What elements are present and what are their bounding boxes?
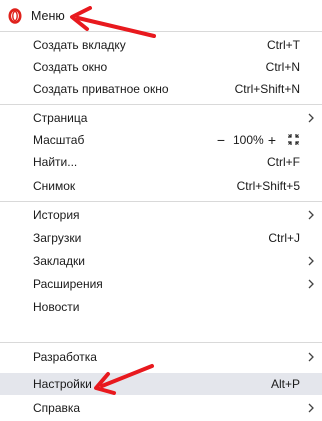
- menu-item-settings[interactable]: Настройки Alt+P: [0, 373, 322, 395]
- menu-item-shortcut: Ctrl+N: [265, 60, 300, 74]
- menu-item-bookmarks[interactable]: Закладки: [0, 250, 322, 272]
- annotation-arrow-icon: [70, 6, 156, 38]
- opera-logo-icon: [8, 8, 22, 24]
- opera-main-menu: Меню Создать вкладку Ctrl+T Создать окно…: [0, 0, 322, 421]
- menu-item-history[interactable]: История: [0, 204, 322, 226]
- menu-item-help[interactable]: Справка: [0, 397, 322, 419]
- menu-item-developer[interactable]: Разработка: [0, 346, 322, 368]
- menu-item-label: Создать окно: [33, 60, 108, 74]
- menu-item-new-window[interactable]: Создать окно Ctrl+N: [0, 56, 322, 78]
- menu-divider: [0, 342, 322, 343]
- zoom-out-button[interactable]: −: [215, 132, 227, 148]
- menu-item-label: Новости: [33, 300, 80, 314]
- annotation-arrow-icon: [94, 364, 154, 395]
- menu-item-label: Найти...: [33, 155, 78, 169]
- zoom-level: 100%: [233, 133, 264, 147]
- menu-item-label: Закладки: [33, 254, 85, 268]
- menu-item-new-tab[interactable]: Создать вкладку Ctrl+T: [0, 34, 322, 56]
- menu-item-label: История: [33, 208, 80, 222]
- chevron-right-icon: [308, 352, 314, 362]
- menu-item-label: Расширения: [33, 277, 103, 291]
- menu-item-shortcut: Alt+P: [270, 377, 300, 391]
- menu-divider: [0, 31, 322, 32]
- menu-item-news[interactable]: Новости: [0, 296, 322, 318]
- chevron-right-icon: [308, 113, 314, 123]
- chevron-right-icon: [308, 403, 314, 413]
- chevron-right-icon: [308, 256, 314, 266]
- menu-item-shortcut: Ctrl+T: [267, 38, 300, 52]
- menu-item-shortcut: Ctrl+Shift+N: [234, 82, 300, 96]
- menu-item-extensions[interactable]: Расширения: [0, 273, 322, 295]
- menu-item-snapshot[interactable]: Снимок Ctrl+Shift+5: [0, 175, 322, 197]
- fullscreen-icon[interactable]: [288, 134, 299, 145]
- menu-item-label: Настройки: [33, 377, 92, 391]
- menu-item-label: Разработка: [33, 350, 97, 364]
- menu-item-label: Создать вкладку: [33, 38, 126, 52]
- menu-item-find[interactable]: Найти... Ctrl+F: [0, 151, 322, 173]
- chevron-right-icon: [308, 210, 314, 220]
- menu-divider: [0, 104, 322, 105]
- menu-title: Меню: [31, 9, 65, 23]
- menu-header[interactable]: Меню: [0, 0, 322, 32]
- menu-item-label: Снимок: [33, 179, 76, 193]
- menu-item-downloads[interactable]: Загрузки Ctrl+J: [0, 227, 322, 249]
- menu-item-label: Страница: [33, 111, 88, 125]
- menu-item-label: Создать приватное окно: [33, 82, 169, 96]
- menu-item-new-private-window[interactable]: Создать приватное окно Ctrl+Shift+N: [0, 78, 322, 100]
- menu-item-label: Масштаб: [33, 133, 85, 147]
- menu-item-label: Справка: [33, 401, 81, 415]
- menu-item-label: Загрузки: [33, 231, 82, 245]
- chevron-right-icon: [308, 279, 314, 289]
- menu-item-shortcut: Ctrl+J: [268, 231, 300, 245]
- menu-item-shortcut: Ctrl+Shift+5: [236, 179, 300, 193]
- zoom-in-button[interactable]: +: [266, 132, 278, 148]
- menu-item-shortcut: Ctrl+F: [267, 155, 300, 169]
- menu-item-zoom: Масштаб − 100% +: [0, 129, 322, 151]
- menu-item-page[interactable]: Страница: [0, 107, 322, 129]
- menu-divider: [0, 201, 322, 202]
